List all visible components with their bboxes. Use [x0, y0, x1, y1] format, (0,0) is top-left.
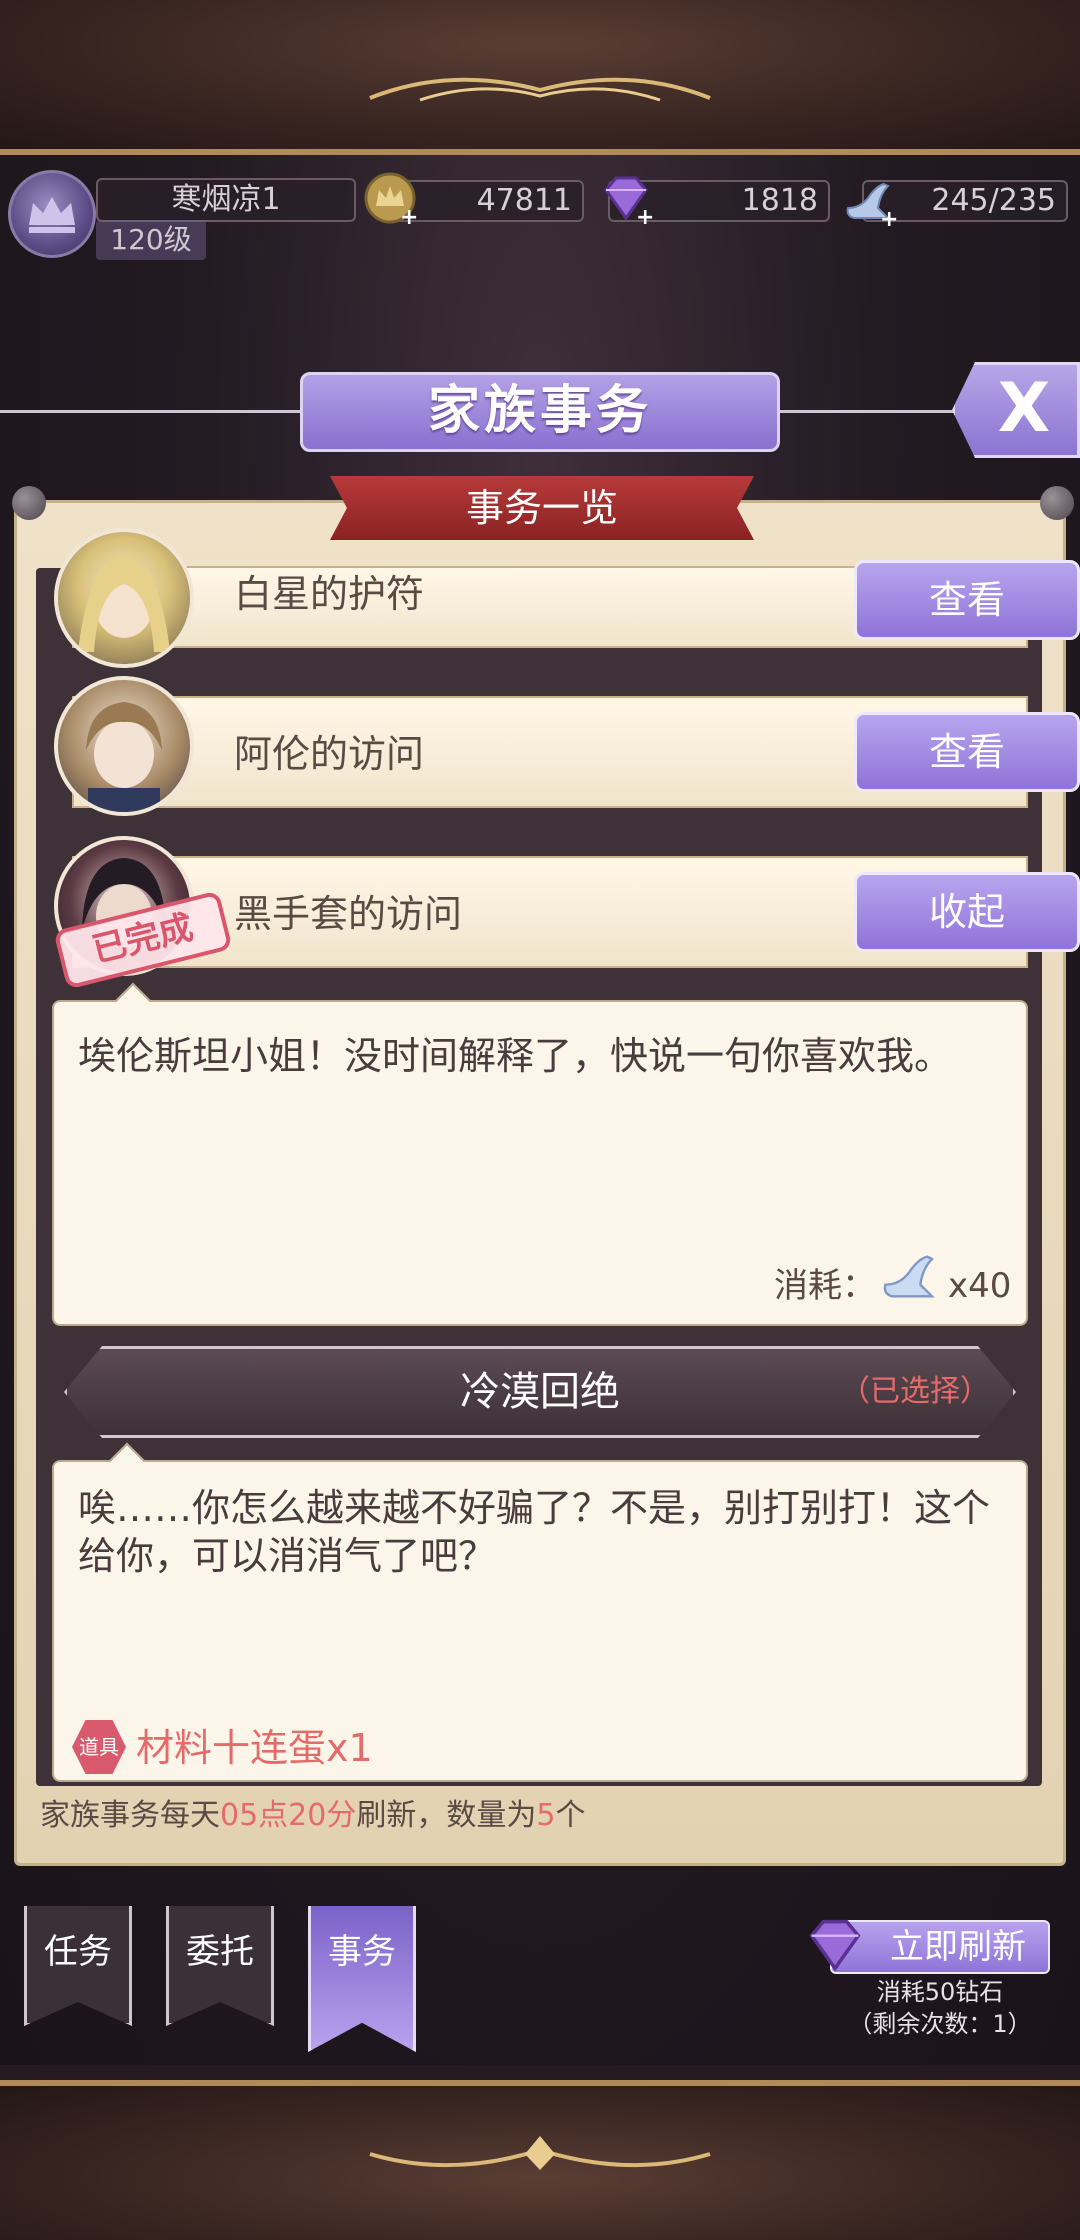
- bottom-ornament: [0, 2080, 1080, 2240]
- refresh-note-suffix: 个: [555, 1798, 586, 1833]
- glass-slipper-icon[interactable]: +: [840, 168, 900, 228]
- affair-title: 阿伦的访问: [234, 732, 425, 776]
- affair-row: 白星的护符 查看: [72, 560, 1080, 648]
- prompt-text: 埃伦斯坦小姐！没时间解释了，快说一句你喜欢我。: [78, 1034, 953, 1078]
- refresh-remaining: （剩余次数：1）: [848, 2010, 1032, 2038]
- page-title: 家族事务: [300, 372, 780, 452]
- cost-label: 消耗：: [774, 1266, 876, 1306]
- blonde-character-icon: [78, 556, 170, 652]
- diamond-icon[interactable]: +: [596, 168, 656, 228]
- gold-crown-icon[interactable]: +: [360, 168, 420, 228]
- subtitle-ribbon: 事务一览: [330, 476, 754, 540]
- svg-text:+: +: [400, 205, 418, 228]
- pin-icon: [1040, 486, 1074, 520]
- close-button[interactable]: X: [952, 362, 1080, 458]
- refresh-note: 家族事务每天05点20分刷新，数量为5个: [40, 1794, 1040, 1838]
- affair-portrait: [54, 676, 194, 816]
- affair-portrait: [54, 528, 194, 668]
- affair-row: 阿伦的访问 查看: [72, 696, 1080, 808]
- refresh-cost: 消耗50钻石: [876, 1978, 1004, 2006]
- collapse-button[interactable]: 收起: [854, 872, 1080, 952]
- prompt-dialog: 埃伦斯坦小姐！没时间解释了，快说一句你喜欢我。 消耗： x40: [52, 982, 1028, 1326]
- title-divider-right: [780, 410, 960, 413]
- view-button[interactable]: 查看: [854, 712, 1080, 792]
- refresh-count: 5: [536, 1798, 556, 1833]
- reply-text: 唉……你怎么越来越不好骗了？不是，别打别打！这个给你，可以消消气了吧？: [78, 1486, 991, 1578]
- player-level: 120级: [96, 220, 206, 260]
- title-divider-left: [0, 410, 300, 413]
- pin-icon: [12, 486, 46, 520]
- svg-text:+: +: [880, 207, 898, 228]
- glass-slipper-icon: [883, 1255, 935, 1298]
- crown-icon: [29, 197, 75, 233]
- player-name: 寒烟凉1: [96, 178, 356, 222]
- gold-flourish-icon: [369, 77, 711, 102]
- top-ornament: [0, 0, 1080, 155]
- item-badge: 道具: [72, 1720, 126, 1774]
- refresh-note-middle: 刷新，数量为: [356, 1798, 537, 1833]
- svg-text:+: +: [636, 205, 654, 228]
- refresh-note-prefix: 家族事务每天: [40, 1798, 220, 1833]
- gold-flourish-icon: [369, 2136, 711, 2170]
- player-avatar[interactable]: [8, 170, 96, 258]
- brown-haired-character-icon: [86, 702, 162, 812]
- choice-status: （已选择）: [840, 1374, 990, 1409]
- refresh-time: 05点20分: [220, 1798, 357, 1833]
- reward-text: 材料十连蛋x1: [136, 1726, 373, 1770]
- affair-title: 白星的护符: [234, 572, 425, 616]
- affair-title: 黑手套的访问: [234, 892, 463, 936]
- diamond-icon: [809, 1919, 861, 1972]
- reply-dialog: 唉……你怎么越来越不好骗了？不是，别打别打！这个给你，可以消消气了吧？ 道具 材…: [52, 1442, 1028, 1782]
- cost-amount: x40: [948, 1266, 1012, 1306]
- view-button[interactable]: 查看: [854, 560, 1080, 640]
